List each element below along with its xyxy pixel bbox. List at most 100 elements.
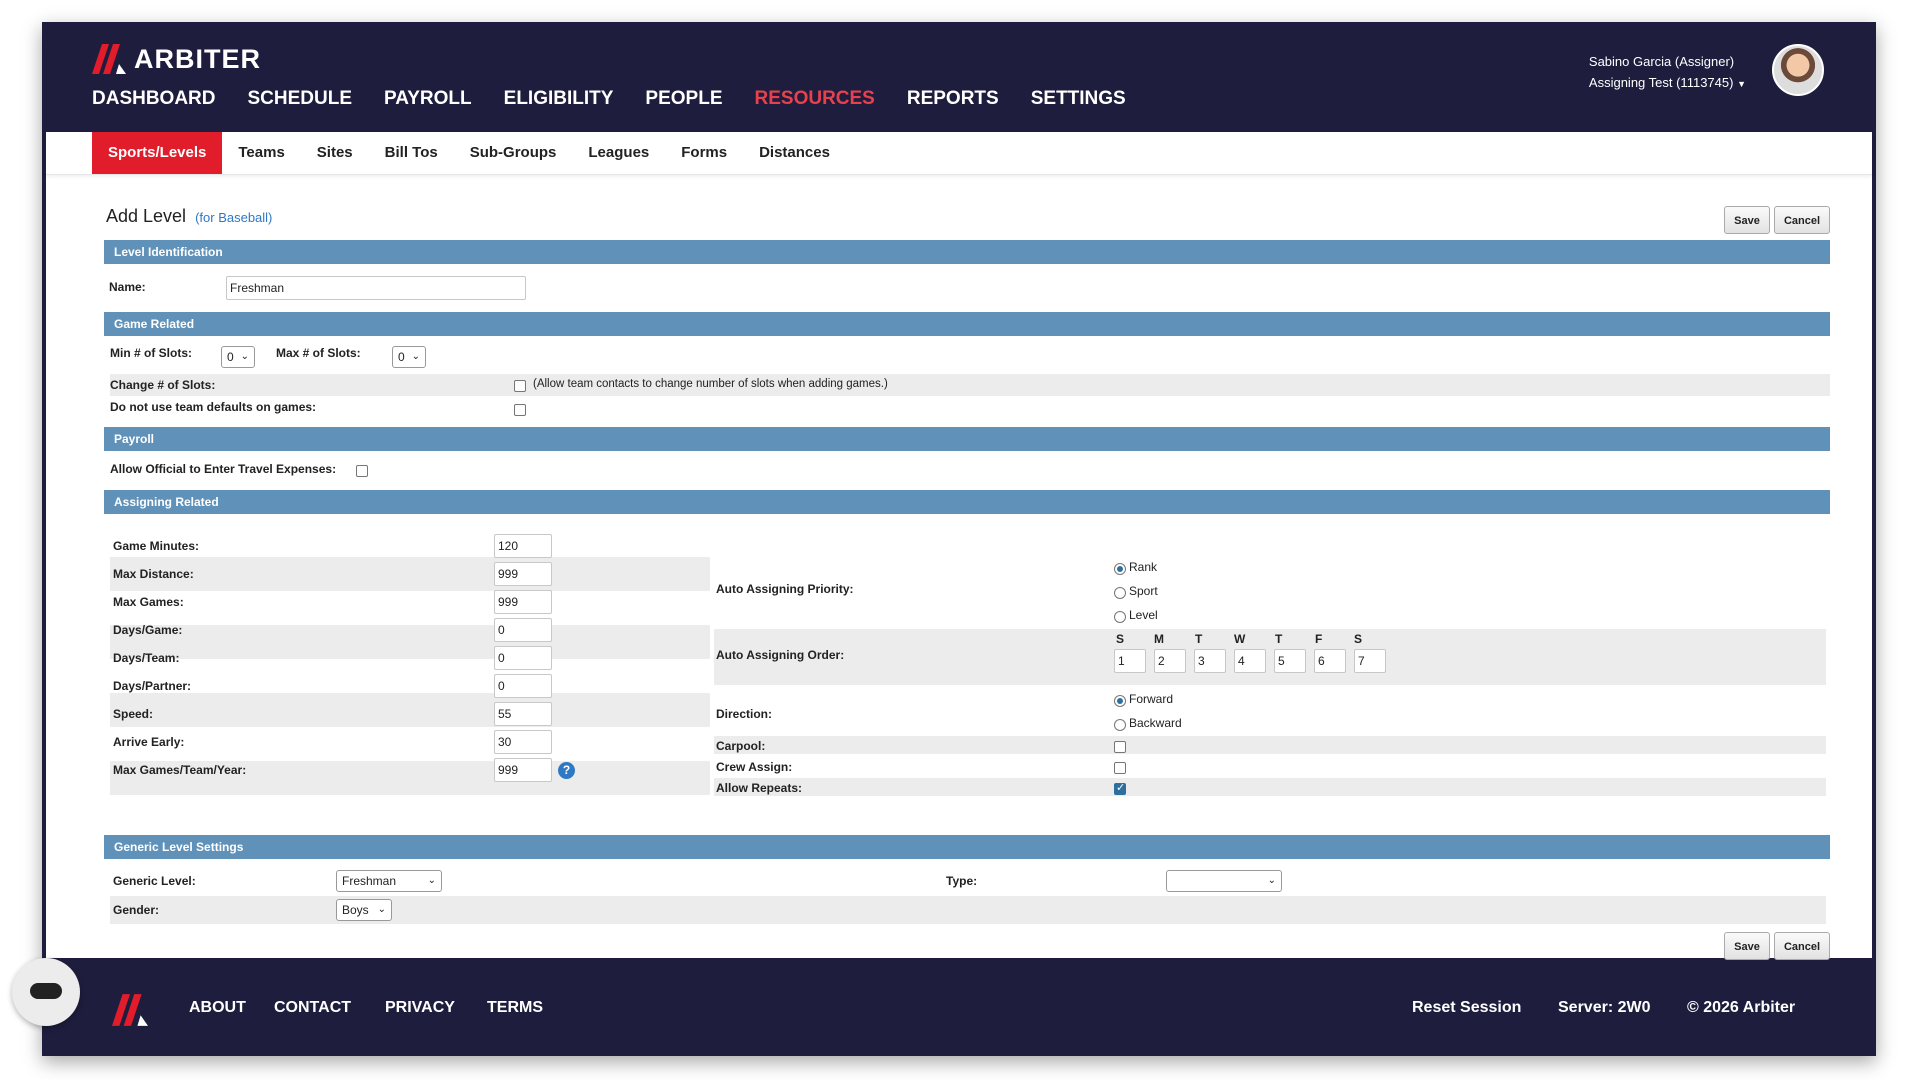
avatar[interactable] <box>1772 44 1824 96</box>
min-slots-label: Min # of Slots: <box>110 346 192 360</box>
tab-bill-tos[interactable]: Bill Tos <box>369 132 454 174</box>
tab-leagues[interactable]: Leagues <box>572 132 665 174</box>
order-input-1[interactable]: 1 <box>1114 649 1146 673</box>
gender-select[interactable]: Boys ⌄ <box>336 899 392 921</box>
page-title: Add Level (for Baseball) <box>106 206 272 227</box>
crew-assign-checkbox[interactable] <box>1114 762 1126 774</box>
cancel-button-top[interactable]: Cancel <box>1774 206 1830 234</box>
name-label: Name: <box>109 280 146 294</box>
name-input[interactable]: Freshman <box>226 276 526 300</box>
priority-sport-label: Sport <box>1129 584 1158 598</box>
direction-backward-radio[interactable] <box>1114 719 1126 731</box>
brand-name: ARBITER <box>134 43 261 74</box>
order-row <box>714 629 1826 685</box>
priority-label: Auto Assigning Priority: <box>716 582 854 596</box>
order-input-6[interactable]: 6 <box>1314 649 1346 673</box>
game-minutes-label: Game Minutes: <box>113 539 200 553</box>
nav-eligibility[interactable]: ELIGIBILITY <box>504 88 614 110</box>
priority-rank-radio[interactable] <box>1114 563 1126 575</box>
stripe-row <box>110 557 710 591</box>
priority-sport-radio[interactable] <box>1114 587 1126 599</box>
max-games-input[interactable]: 999 <box>494 590 552 614</box>
order-day-fri: F <box>1315 632 1323 646</box>
max-games-team-year-input[interactable]: 999 <box>494 758 552 782</box>
generic-level-select[interactable]: Freshman ⌄ <box>336 870 442 892</box>
travel-expenses-label: Allow Official to Enter Travel Expenses: <box>110 462 337 476</box>
save-button-top[interactable]: Save <box>1724 206 1770 234</box>
type-select[interactable]: ⌄ <box>1166 870 1282 892</box>
order-day-wed: W <box>1234 632 1246 646</box>
chevron-down-icon: ⌄ <box>1267 875 1276 886</box>
user-account: Assigning Test (1113745) <box>1588 75 1734 90</box>
direction-forward-radio[interactable] <box>1114 695 1126 707</box>
footer-privacy-link[interactable]: PRIVACY <box>385 999 455 1017</box>
chevron-down-icon: ⌄ <box>240 351 249 362</box>
nav-settings[interactable]: SETTINGS <box>1031 88 1126 110</box>
order-day-tue: T <box>1195 632 1203 646</box>
order-input-2[interactable]: 2 <box>1154 649 1186 673</box>
direction-backward-label: Backward <box>1129 716 1182 730</box>
travel-expenses-checkbox[interactable] <box>356 465 368 477</box>
tab-distances[interactable]: Distances <box>743 132 846 174</box>
footer-about-link[interactable]: ABOUT <box>189 999 246 1017</box>
arbiter-logo[interactable]: ARBITER <box>92 44 261 74</box>
tab-sites[interactable]: Sites <box>301 132 369 174</box>
arrive-early-label: Arrive Early: <box>113 735 185 749</box>
main-nav: DASHBOARD SCHEDULE PAYROLL ELIGIBILITY P… <box>92 88 1158 110</box>
footer-logo-icon <box>112 994 148 1026</box>
days-team-input[interactable]: 0 <box>494 646 552 670</box>
repeats-row <box>714 778 1826 796</box>
days-partner-input[interactable]: 0 <box>494 674 552 698</box>
no-team-defaults-label: Do not use team defaults on games: <box>110 400 317 414</box>
order-input-3[interactable]: 3 <box>1194 649 1226 673</box>
page-subtitle: (for Baseball) <box>195 210 273 225</box>
section-generic-level-settings: Generic Level Settings <box>104 835 1830 859</box>
footer-terms-link[interactable]: TERMS <box>487 999 543 1017</box>
cancel-button-bottom[interactable]: Cancel <box>1774 932 1830 960</box>
change-slots-row <box>110 374 1830 396</box>
caret-down-icon[interactable]: ▼ <box>1737 79 1746 89</box>
footer: ABOUT CONTACT PRIVACY TERMS Reset Sessio… <box>42 958 1876 1056</box>
order-input-5[interactable]: 5 <box>1274 649 1306 673</box>
tab-sub-groups[interactable]: Sub-Groups <box>454 132 573 174</box>
no-team-defaults-checkbox[interactable] <box>514 404 526 416</box>
reset-session-link[interactable]: Reset Session <box>1412 999 1521 1017</box>
days-team-label: Days/Team: <box>113 651 180 665</box>
question-circle-icon[interactable]: ? <box>558 762 575 779</box>
main-content: Sports/Levels Teams Sites Bill Tos Sub-G… <box>46 132 1872 960</box>
tab-forms[interactable]: Forms <box>665 132 743 174</box>
min-slots-select[interactable]: 0 ⌄ <box>221 346 255 368</box>
speed-input[interactable]: 55 <box>494 702 552 726</box>
max-distance-input[interactable]: 999 <box>494 562 552 586</box>
save-button-bottom[interactable]: Save <box>1724 932 1770 960</box>
chat-bubble-icon[interactable] <box>12 958 80 1026</box>
days-game-input[interactable]: 0 <box>494 618 552 642</box>
order-input-4[interactable]: 4 <box>1234 649 1266 673</box>
arrive-early-input[interactable]: 30 <box>494 730 552 754</box>
game-minutes-input[interactable]: 120 <box>494 534 552 558</box>
order-day-thu: T <box>1275 632 1283 646</box>
user-menu[interactable]: Sabino Garcia (Assigner) Assigning Test … <box>1589 51 1746 95</box>
tab-sports-levels[interactable]: Sports/Levels <box>92 132 223 174</box>
change-slots-checkbox[interactable] <box>514 380 526 392</box>
max-games-label: Max Games: <box>113 595 184 609</box>
order-input-7[interactable]: 7 <box>1354 649 1386 673</box>
nav-resources[interactable]: RESOURCES <box>755 88 875 110</box>
nav-reports[interactable]: REPORTS <box>907 88 999 110</box>
footer-contact-link[interactable]: CONTACT <box>274 999 351 1017</box>
user-name: Sabino Garcia (Assigner) <box>1588 54 1735 69</box>
nav-people[interactable]: PEOPLE <box>645 88 722 110</box>
order-label: Auto Assigning Order: <box>716 648 845 662</box>
days-partner-label: Days/Partner: <box>113 679 192 693</box>
allow-repeats-checkbox[interactable] <box>1114 781 1126 795</box>
nav-schedule[interactable]: SCHEDULE <box>248 88 353 110</box>
chevron-down-icon: ⌄ <box>377 904 386 915</box>
max-slots-select[interactable]: 0 ⌄ <box>392 346 426 368</box>
nav-payroll[interactable]: PAYROLL <box>384 88 472 110</box>
section-payroll: Payroll <box>104 427 1830 451</box>
carpool-checkbox[interactable] <box>1114 741 1126 753</box>
order-day-mon: M <box>1154 632 1164 646</box>
tab-teams[interactable]: Teams <box>222 132 300 174</box>
priority-level-radio[interactable] <box>1114 611 1126 623</box>
nav-dashboard[interactable]: DASHBOARD <box>92 88 216 110</box>
